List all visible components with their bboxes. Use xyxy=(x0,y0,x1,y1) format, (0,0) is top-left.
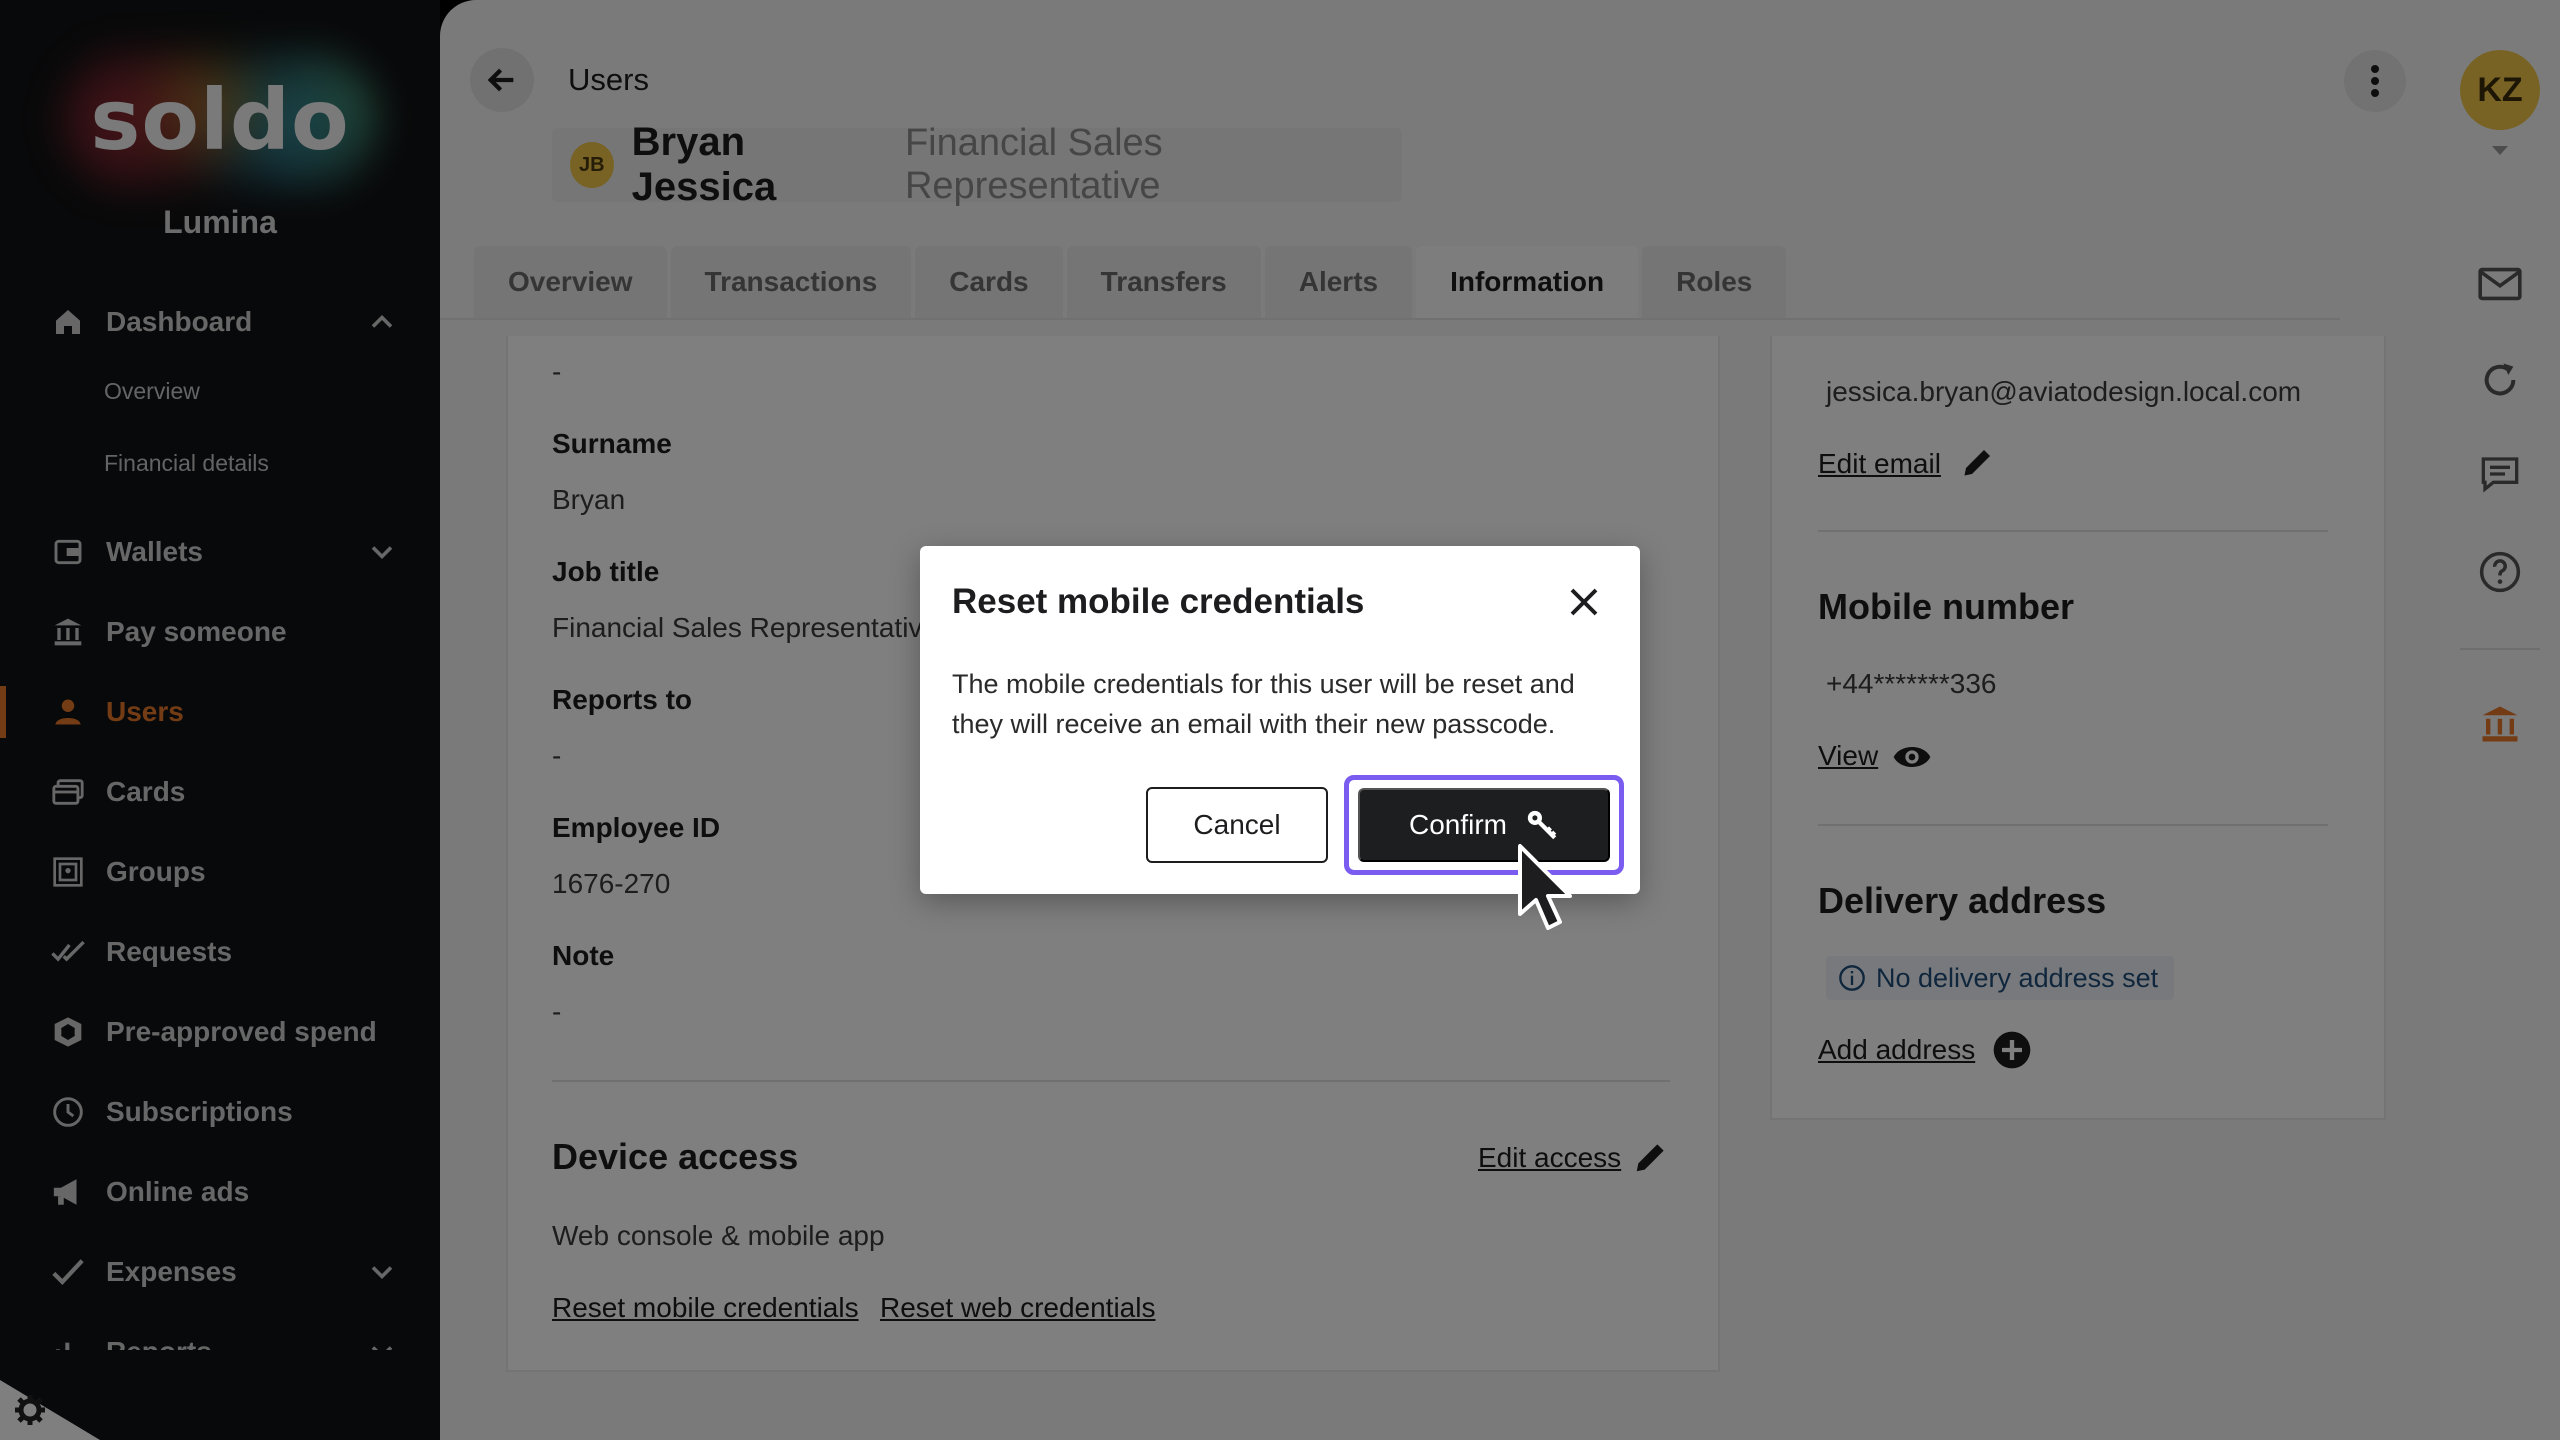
mouse-cursor-icon xyxy=(1518,844,1572,930)
close-button[interactable] xyxy=(1560,578,1608,626)
confirm-label: Confirm xyxy=(1408,809,1507,840)
key-icon xyxy=(1527,810,1557,840)
close-icon xyxy=(1570,588,1598,616)
cancel-button[interactable]: Cancel xyxy=(1146,787,1328,863)
dialog-message: The mobile credentials for this user wil… xyxy=(952,669,1575,739)
dialog-title: Reset mobile credentials xyxy=(952,582,1365,621)
